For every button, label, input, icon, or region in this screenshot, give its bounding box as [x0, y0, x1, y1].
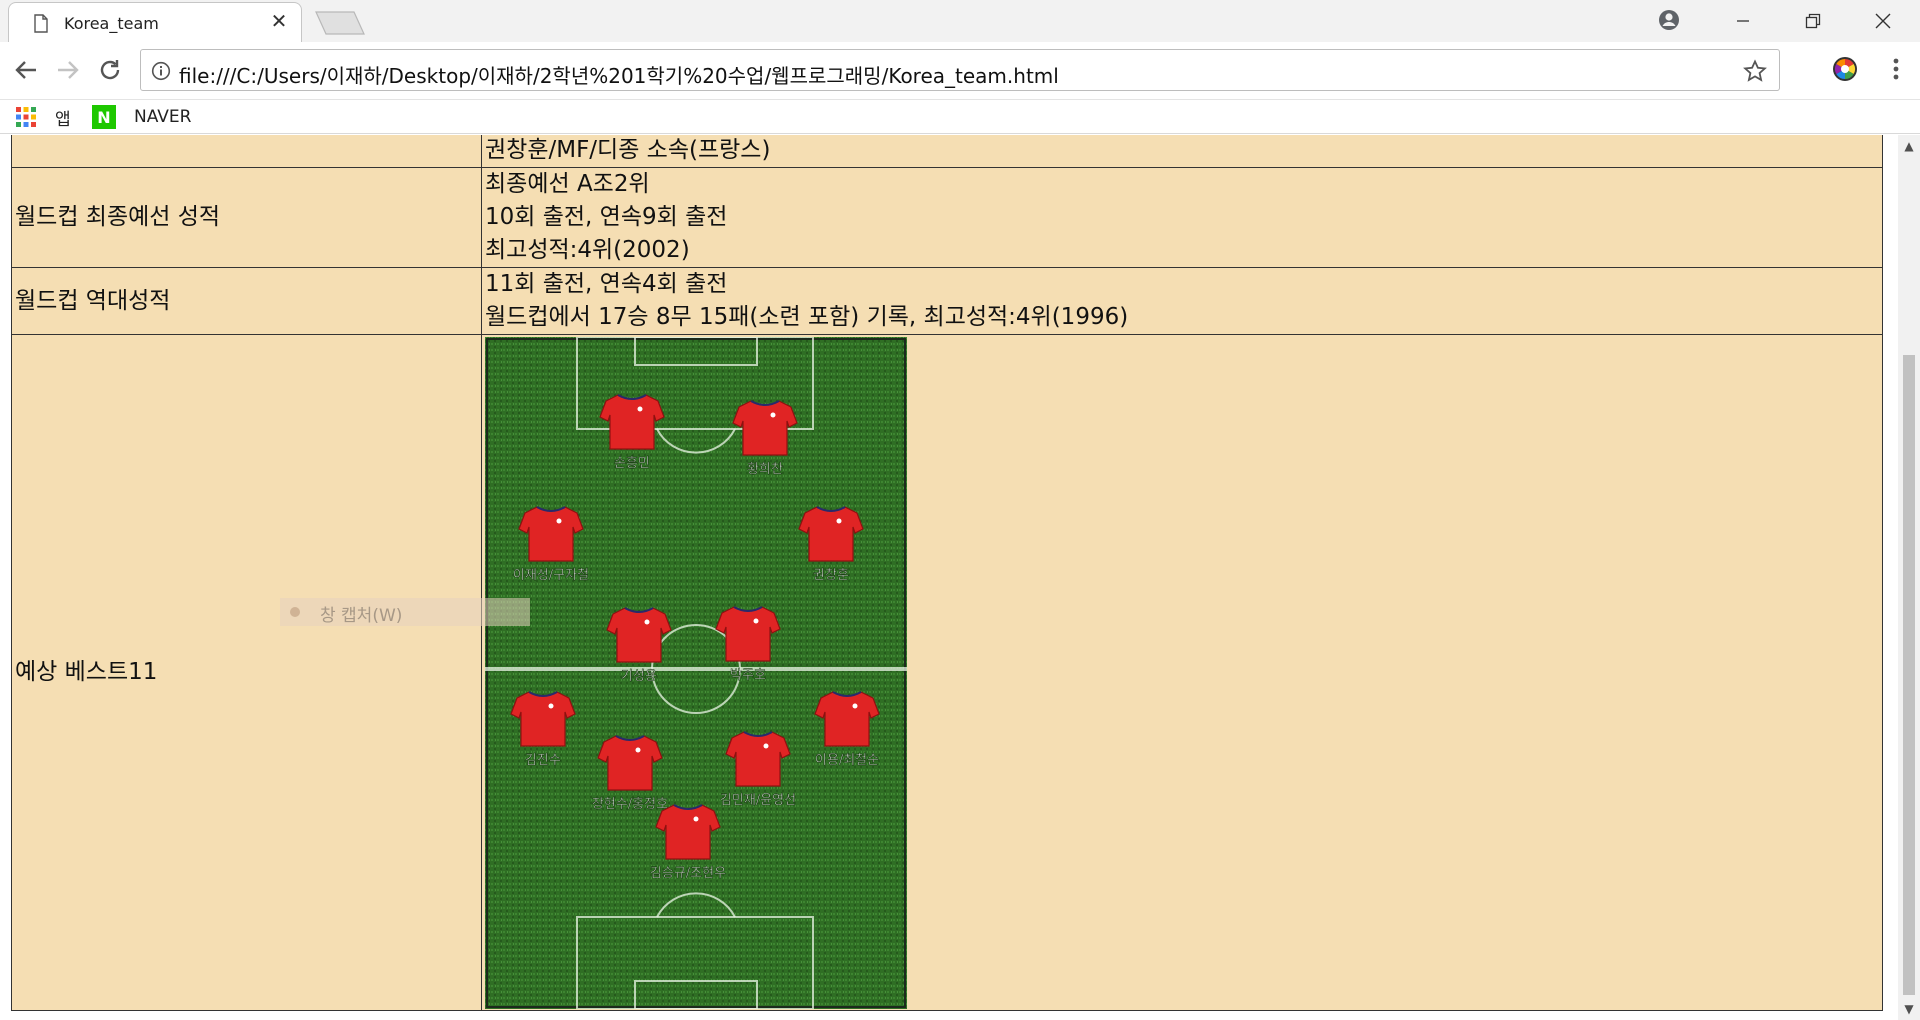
table-row: 월드컵 역대성적 11회 출전, 연속4회 출전 월드컵에서 17승 8무 15… — [11, 267, 1883, 335]
bookmark-apps-label: 앱 — [55, 109, 71, 130]
capture-tooltip-label: 창 캡처(W) — [320, 606, 403, 626]
player-name: 기성용 — [621, 669, 657, 684]
profile-icon[interactable] — [1657, 8, 1681, 32]
tab-title: Korea_team — [64, 14, 159, 33]
record-dot-icon — [290, 607, 300, 617]
close-window-button[interactable] — [1852, 0, 1914, 42]
row-label — [11, 135, 482, 168]
value-line: 11회 출전, 연속4회 출전 — [485, 271, 728, 297]
jersey-icon — [518, 506, 584, 562]
jersey-icon — [597, 735, 663, 791]
value-line: 권창훈/MF/디종 소속(프랑스) — [485, 137, 771, 163]
player-name: 권창훈 — [813, 568, 849, 583]
row-label: 예상 베스트11 — [11, 334, 482, 1011]
forward-arrow-icon[interactable] — [54, 56, 82, 84]
close-icon — [1875, 13, 1891, 29]
row-label: 월드컵 최종예선 성적 — [11, 167, 482, 268]
bookmark-naver[interactable]: N NAVER — [92, 104, 191, 130]
player-name: 김민재/윤영선 — [720, 793, 796, 808]
player-name: 김승규/조현우 — [650, 866, 726, 881]
browser-tab[interactable]: Korea_team ✕ — [8, 2, 302, 42]
row-value: 권창훈/MF/디종 소속(프랑스) — [481, 135, 1883, 168]
bookmark-naver-label: NAVER — [134, 107, 192, 127]
restore-icon — [1805, 13, 1821, 29]
capture-tooltip: 창 캡처(W) — [280, 598, 530, 626]
row-value: 11회 출전, 연속4회 출전 월드컵에서 17승 8무 15패(소련 포함) … — [481, 267, 1883, 335]
address-bar[interactable]: file:///C:/Users/이재하/Desktop/이재하/2학년%201… — [140, 49, 1780, 91]
minimize-button[interactable] — [1712, 0, 1774, 42]
player-name: 손흥민 — [614, 456, 650, 471]
row-value: 손흥민 황희찬이재성/구자철 권창훈기성용 박주호김진수 이용/최철순장현수/홍정호 김민… — [481, 334, 1883, 1011]
tab-strip: Korea_team ✕ — [0, 0, 1920, 42]
bookmark-apps[interactable]: 앱 — [15, 104, 71, 130]
player-name: 김진수 — [525, 753, 561, 768]
player-name: 황희찬 — [747, 462, 783, 477]
jersey-icon — [732, 400, 798, 456]
row-label: 월드컵 역대성적 — [11, 267, 482, 335]
toolbar: file:///C:/Users/이재하/Desktop/이재하/2학년%201… — [0, 42, 1920, 100]
jersey-icon — [606, 607, 672, 663]
vertical-scrollbar[interactable]: ▲ ▼ — [1898, 135, 1920, 1020]
value-line: 월드컵에서 17승 8무 15패(소련 포함) 기록, 최고성적:4위(1996… — [485, 304, 1129, 330]
player-marker: 이용/최철순 — [814, 691, 880, 768]
row-value: 최종예선 A조2위 10회 출전, 연속9회 출전 최고성적:4위(2002) — [481, 167, 1883, 268]
bookmarks-bar: 앱 N NAVER — [0, 100, 1920, 134]
new-tab-button[interactable] — [314, 10, 366, 36]
player-name: 이용/최철순 — [815, 753, 879, 768]
url-text[interactable]: file:///C:/Users/이재하/Desktop/이재하/2학년%201… — [179, 60, 1059, 89]
reload-icon[interactable] — [96, 56, 124, 84]
team-info-table: 권창훈/MF/디종 소속(프랑스) 월드컵 최종예선 성적 최종예선 A조2위 … — [11, 135, 1883, 1011]
jersey-icon — [655, 804, 721, 860]
jersey-icon — [725, 731, 791, 787]
apps-grid-icon — [16, 107, 36, 127]
naver-logo: N — [92, 105, 116, 129]
back-arrow-icon[interactable] — [12, 56, 40, 84]
more-menu-icon[interactable] — [1882, 54, 1910, 84]
minimize-icon — [1737, 20, 1749, 22]
info-icon[interactable] — [151, 61, 171, 81]
table-row: 월드컵 최종예선 성적 최종예선 A조2위 10회 출전, 연속9회 출전 최고… — [11, 167, 1883, 268]
close-tab-icon[interactable]: ✕ — [267, 9, 291, 33]
scroll-up-icon[interactable]: ▲ — [1898, 135, 1920, 157]
table-row: 권창훈/MF/디종 소속(프랑스) — [11, 135, 1883, 168]
scrollbar-thumb[interactable] — [1903, 355, 1915, 995]
document-icon — [34, 14, 48, 33]
formation-image: 손흥민 황희찬이재성/구자철 권창훈기성용 박주호김진수 이용/최철순장현수/홍정호 김민… — [485, 337, 907, 1009]
player-name: 이재성/구자철 — [513, 568, 589, 583]
jersey-icon — [798, 506, 864, 562]
value-line: 10회 출전, 연속9회 출전 — [485, 204, 728, 230]
player-name: 장현수/홍정호 — [592, 797, 668, 812]
color-picker-extension-icon[interactable] — [1832, 56, 1858, 82]
jersey-icon — [599, 394, 665, 450]
jersey-icon — [814, 691, 880, 747]
bookmark-star-icon[interactable] — [1743, 59, 1767, 83]
scroll-down-icon[interactable]: ▼ — [1898, 998, 1920, 1020]
jersey-icon — [510, 691, 576, 747]
value-line: 최종예선 A조2위 — [485, 171, 650, 197]
jersey-icon — [715, 606, 781, 662]
table-row: 예상 베스트11 손흥민 황희찬 이재성/구자철 권창훈 기성용 박주호 김진수… — [11, 334, 1883, 1011]
player-name: 박주호 — [730, 668, 766, 683]
restore-button[interactable] — [1782, 0, 1844, 42]
value-line: 최고성적:4위(2002) — [485, 237, 690, 263]
page-viewport: 권창훈/MF/디종 소속(프랑스) 월드컵 최종예선 성적 최종예선 A조2위 … — [0, 135, 1898, 1020]
